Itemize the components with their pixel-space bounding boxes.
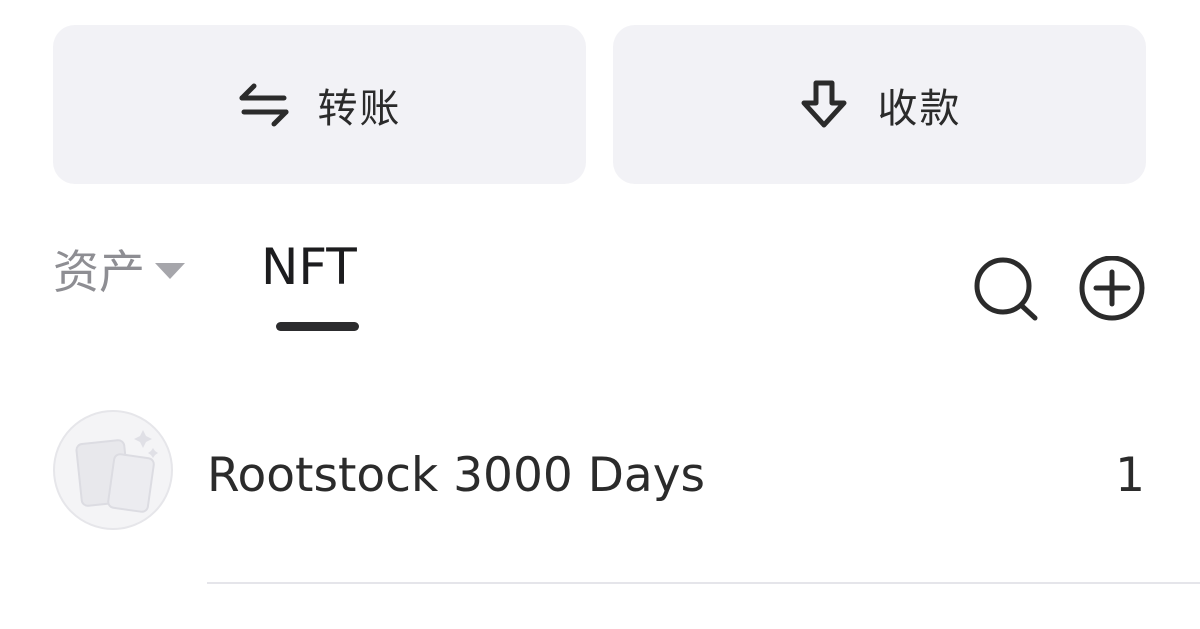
receive-label: 收款 — [877, 85, 962, 132]
row-divider — [207, 582, 1200, 584]
search-icon[interactable] — [972, 256, 1040, 324]
download-arrow-icon — [798, 79, 850, 131]
transfer-label: 转账 — [317, 85, 402, 132]
active-tab-indicator — [276, 322, 359, 331]
tab-nft-label: NFT — [261, 238, 357, 296]
tab-assets-label: 资产 — [53, 245, 145, 299]
nft-count: 1 — [1115, 448, 1145, 503]
receive-button[interactable]: 收款 — [613, 25, 1146, 184]
transfer-button[interactable]: 转账 — [53, 25, 586, 184]
caret-down-icon — [155, 263, 185, 279]
tab-assets[interactable]: 资产 — [53, 236, 185, 302]
add-circle-icon[interactable] — [1078, 255, 1146, 324]
tab-nft[interactable]: NFT — [261, 238, 357, 296]
list-item[interactable]: Rootstock 3000 Days 1 — [0, 405, 1200, 585]
nft-name: Rootstock 3000 Days — [207, 448, 705, 503]
swap-arrows-icon — [238, 79, 290, 131]
nft-placeholder-icon — [53, 410, 173, 530]
